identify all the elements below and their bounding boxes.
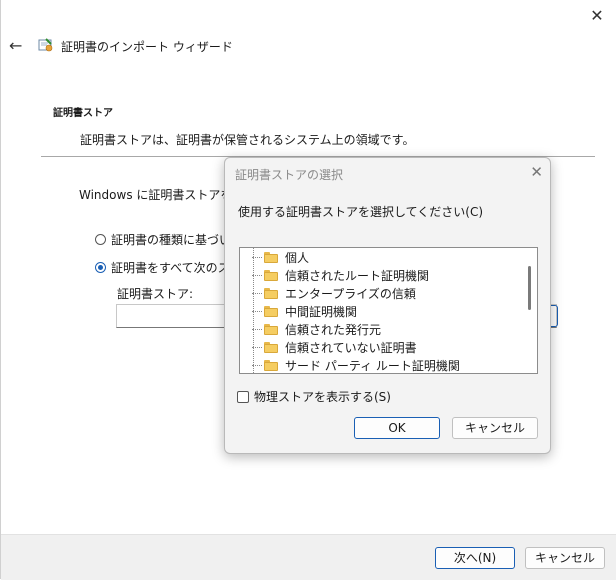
tree-item[interactable]: エンタープライズの信頼 (252, 284, 416, 302)
vertical-scrollbar[interactable] (528, 266, 531, 310)
store-tree[interactable]: 個人 信頼されたルート証明機関 エンタープライズの信頼 中間証明機関 信頼された… (239, 247, 538, 374)
radio-manual-select[interactable]: 証明書をすべて次のスト (95, 259, 242, 276)
section-description: 証明書ストアは、証明書が保管されるシステム上の領域です。 (80, 133, 415, 147)
wizard-title: 証明書のインポート ウィザード (61, 40, 233, 54)
tree-branch (252, 328, 262, 330)
tree-item-label: 個人 (285, 250, 310, 265)
select-store-dialog: 証明書ストアの選択 ✕ 使用する証明書ストアを選択してください(C) 個人 信頼… (224, 157, 551, 454)
back-arrow-icon[interactable]: ← (9, 36, 22, 55)
tree-item[interactable]: 個人 (252, 248, 309, 266)
tree-branch (252, 256, 262, 258)
dialog-cancel-button[interactable]: キャンセル (452, 417, 538, 439)
folder-icon (264, 323, 278, 335)
dialog-title: 証明書ストアの選択 (235, 168, 344, 182)
tree-branch (252, 346, 262, 348)
tree-item[interactable]: 信頼されていない証明書 (252, 338, 417, 356)
tree-item-label: サード パーティ ルート証明機関 (285, 358, 460, 373)
radio-manual-label: 証明書をすべて次のスト (111, 261, 242, 275)
folder-icon (264, 359, 278, 371)
radio-auto-select[interactable]: 証明書の種類に基づい (95, 231, 231, 248)
folder-icon (264, 305, 278, 317)
certificate-icon (38, 38, 53, 52)
show-physical-stores-checkbox[interactable]: 物理ストアを表示する(S) (237, 388, 391, 405)
tree-item-label: 中間証明機関 (285, 304, 358, 319)
radio-auto-label: 証明書の種類に基づい (111, 233, 232, 247)
radio-button[interactable] (95, 234, 106, 245)
tree-item-label: エンタープライズの信頼 (285, 286, 416, 301)
ok-button[interactable]: OK (354, 417, 440, 439)
store-field-label: 証明書ストア: (117, 287, 194, 301)
tree-item-label: 信頼されたルート証明機関 (285, 268, 430, 283)
checkbox-label: 物理ストアを表示する(S) (254, 390, 391, 404)
folder-icon (264, 269, 278, 281)
cancel-button[interactable]: キャンセル (525, 547, 605, 569)
folder-icon (264, 341, 278, 353)
tree-item[interactable]: 中間証明機関 (252, 302, 357, 320)
checkbox[interactable] (237, 390, 249, 403)
tree-item[interactable]: 信頼されたルート証明機関 (252, 266, 429, 284)
tree-item-label: 信頼されていない証明書 (285, 340, 417, 355)
tree-branch (252, 274, 262, 276)
folder-icon (264, 251, 278, 263)
tree-branch (252, 292, 262, 294)
store-choice-text: Windows に証明書ストアを自 (79, 188, 245, 202)
section-heading: 証明書ストア (53, 108, 113, 119)
wizard-footer: 次へ(N) キャンセル (1, 534, 616, 580)
radio-button-checked[interactable] (95, 262, 106, 273)
dialog-prompt: 使用する証明書ストアを選択してください(C) (238, 205, 484, 219)
tree-item[interactable]: サード パーティ ルート証明機関 (252, 356, 460, 373)
tree-item-label: 信頼された発行元 (285, 322, 382, 337)
tree-branch (252, 310, 262, 312)
tree-item[interactable]: 信頼された発行元 (252, 320, 381, 338)
folder-icon (264, 287, 278, 299)
tree-branch (252, 364, 262, 366)
next-button[interactable]: 次へ(N) (435, 547, 515, 569)
close-icon[interactable]: ✕ (586, 6, 608, 26)
close-icon[interactable]: ✕ (530, 163, 543, 181)
